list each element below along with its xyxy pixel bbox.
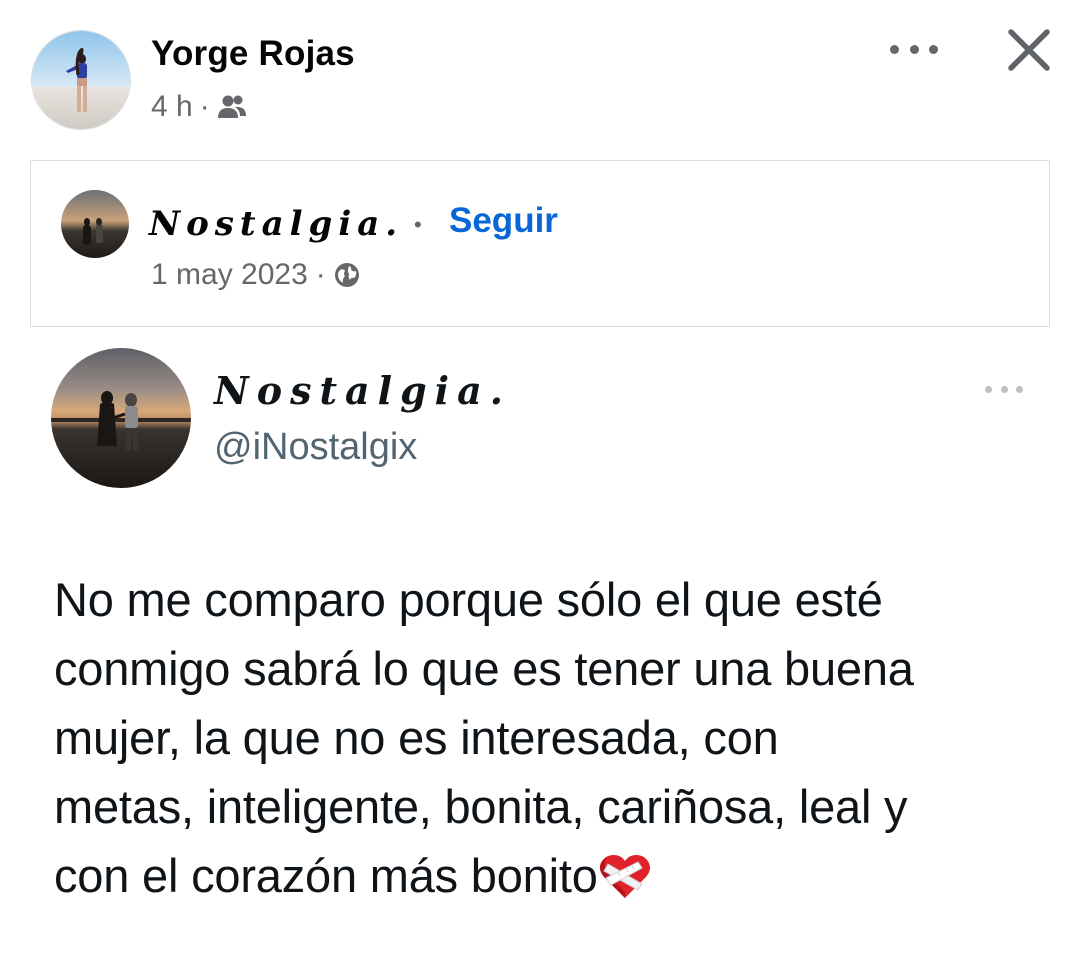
more-dot	[985, 385, 992, 393]
tweet-avatar-image	[51, 348, 191, 488]
tweet-text-last-line: con el corazón más bonito	[54, 841, 1044, 910]
more-dot	[909, 44, 919, 54]
facebook-post: Yorge Rojas 4 h · Nostalgia. • Seguir 1 …	[0, 0, 1080, 962]
author-avatar[interactable]	[31, 30, 131, 130]
post-time[interactable]: 4 h	[151, 90, 193, 124]
follow-separator: •	[414, 212, 422, 237]
close-button[interactable]	[1003, 24, 1055, 76]
close-icon	[1008, 29, 1050, 71]
meta-separator: ·	[315, 258, 326, 291]
author-name[interactable]: Yorge Rojas	[151, 34, 355, 74]
author-avatar-image	[32, 31, 130, 129]
tweet-text: No me comparo porque sólo el que esté co…	[54, 565, 1044, 910]
post-more-button[interactable]	[888, 34, 940, 64]
follow-button[interactable]: Seguir	[449, 201, 558, 241]
more-dot	[929, 44, 938, 54]
tweet-text-line: metas, inteligente, bonita, cariñosa, le…	[54, 780, 908, 833]
tweet-display-name[interactable]: Nostalgia.	[214, 368, 511, 413]
tweet-text-line: con el corazón más bonito	[54, 849, 598, 902]
page-avatar-image	[61, 190, 129, 258]
meta-separator: ·	[199, 90, 210, 123]
mending-heart-icon	[599, 855, 650, 898]
tweet-avatar[interactable]	[51, 348, 191, 488]
shared-page-name[interactable]: Nostalgia.	[149, 204, 403, 244]
more-dot	[890, 44, 899, 54]
page-avatar[interactable]	[61, 190, 129, 258]
more-dot	[1000, 385, 1008, 393]
friends-icon[interactable]	[217, 94, 247, 120]
tweet-text-line: mujer, la que no es interesada, con	[54, 711, 779, 764]
post-meta: 4 h ·	[151, 90, 247, 124]
more-dot	[1016, 385, 1023, 393]
shared-post-date[interactable]: 1 may 2023	[151, 258, 308, 292]
tweet-text-line: conmigo sabrá lo que es tener una buena	[54, 642, 914, 695]
globe-icon[interactable]	[334, 262, 360, 288]
shared-post-meta: 1 may 2023 ·	[151, 258, 360, 292]
tweet-text-line: No me comparo porque sólo el que esté	[54, 573, 883, 626]
tweet-handle[interactable]: @iNostalgix	[214, 426, 417, 469]
tweet-more-icon	[985, 381, 1023, 397]
